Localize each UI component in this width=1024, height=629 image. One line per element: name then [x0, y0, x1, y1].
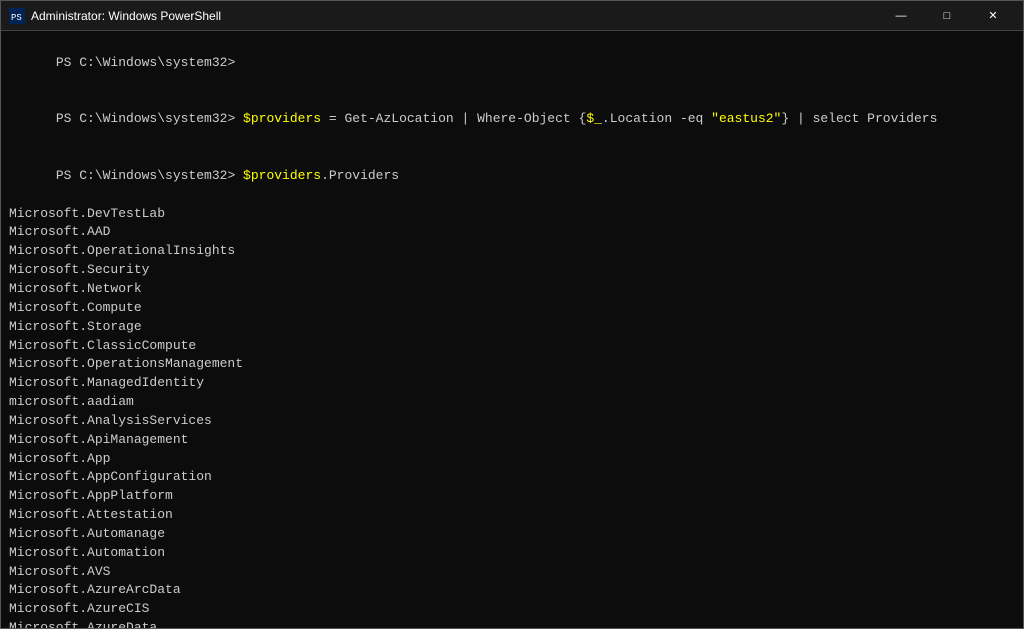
- title-bar: PS Administrator: Windows PowerShell — □…: [1, 1, 1023, 31]
- output-line: Microsoft.OperationalInsights: [9, 242, 1015, 261]
- output-line: Microsoft.Attestation: [9, 506, 1015, 525]
- output-line: Microsoft.Security: [9, 261, 1015, 280]
- prompt-text: PS C:\Windows\system32>: [56, 55, 235, 70]
- output-line: Microsoft.ApiManagement: [9, 431, 1015, 450]
- powershell-icon: PS: [9, 8, 25, 24]
- output-line: Microsoft.AppConfiguration: [9, 468, 1015, 487]
- variable-text: $_: [586, 111, 602, 126]
- maximize-button[interactable]: □: [925, 1, 969, 31]
- window-title: Administrator: Windows PowerShell: [31, 9, 879, 23]
- prompt-text: PS C:\Windows\system32>: [56, 111, 243, 126]
- output-line: Microsoft.Automanage: [9, 525, 1015, 544]
- output-line: Microsoft.OperationsManagement: [9, 355, 1015, 374]
- output-line: Microsoft.AzureArcData: [9, 581, 1015, 600]
- minimize-button[interactable]: —: [879, 1, 923, 31]
- output-line: Microsoft.Storage: [9, 318, 1015, 337]
- prompt-text: PS C:\Windows\system32>: [56, 168, 243, 183]
- command-text: = Get-AzLocation | Where-Object {: [321, 111, 586, 126]
- command-text: } | select Providers: [781, 111, 937, 126]
- terminal-output[interactable]: PS C:\Windows\system32> PS C:\Windows\sy…: [1, 31, 1023, 628]
- terminal-line: PS C:\Windows\system32> $providers.Provi…: [9, 148, 1015, 205]
- output-line: Microsoft.AnalysisServices: [9, 412, 1015, 431]
- output-line: Microsoft.Automation: [9, 544, 1015, 563]
- command-text: .Providers: [321, 168, 399, 183]
- output-line: Microsoft.Compute: [9, 299, 1015, 318]
- output-line: Microsoft.AVS: [9, 563, 1015, 582]
- output-line: Microsoft.AzureCIS: [9, 600, 1015, 619]
- output-line: microsoft.aadiam: [9, 393, 1015, 412]
- close-button[interactable]: ✕: [971, 1, 1015, 31]
- output-line: Microsoft.AzureData: [9, 619, 1015, 628]
- output-line: Microsoft.App: [9, 450, 1015, 469]
- variable-text: $providers: [243, 111, 321, 126]
- command-text: .Location -eq: [602, 111, 711, 126]
- output-line: Microsoft.ClassicCompute: [9, 337, 1015, 356]
- terminal-line: PS C:\Windows\system32> $providers = Get…: [9, 92, 1015, 149]
- string-text: "eastus2": [711, 111, 781, 126]
- powershell-window: PS Administrator: Windows PowerShell — □…: [0, 0, 1024, 629]
- output-line: Microsoft.Network: [9, 280, 1015, 299]
- output-line: Microsoft.AppPlatform: [9, 487, 1015, 506]
- svg-text:PS: PS: [11, 13, 22, 23]
- output-line: Microsoft.ManagedIdentity: [9, 374, 1015, 393]
- terminal-line: PS C:\Windows\system32>: [9, 35, 1015, 92]
- output-line: Microsoft.DevTestLab: [9, 205, 1015, 224]
- variable-text: $providers: [243, 168, 321, 183]
- window-controls: — □ ✕: [879, 1, 1015, 31]
- output-line: Microsoft.AAD: [9, 223, 1015, 242]
